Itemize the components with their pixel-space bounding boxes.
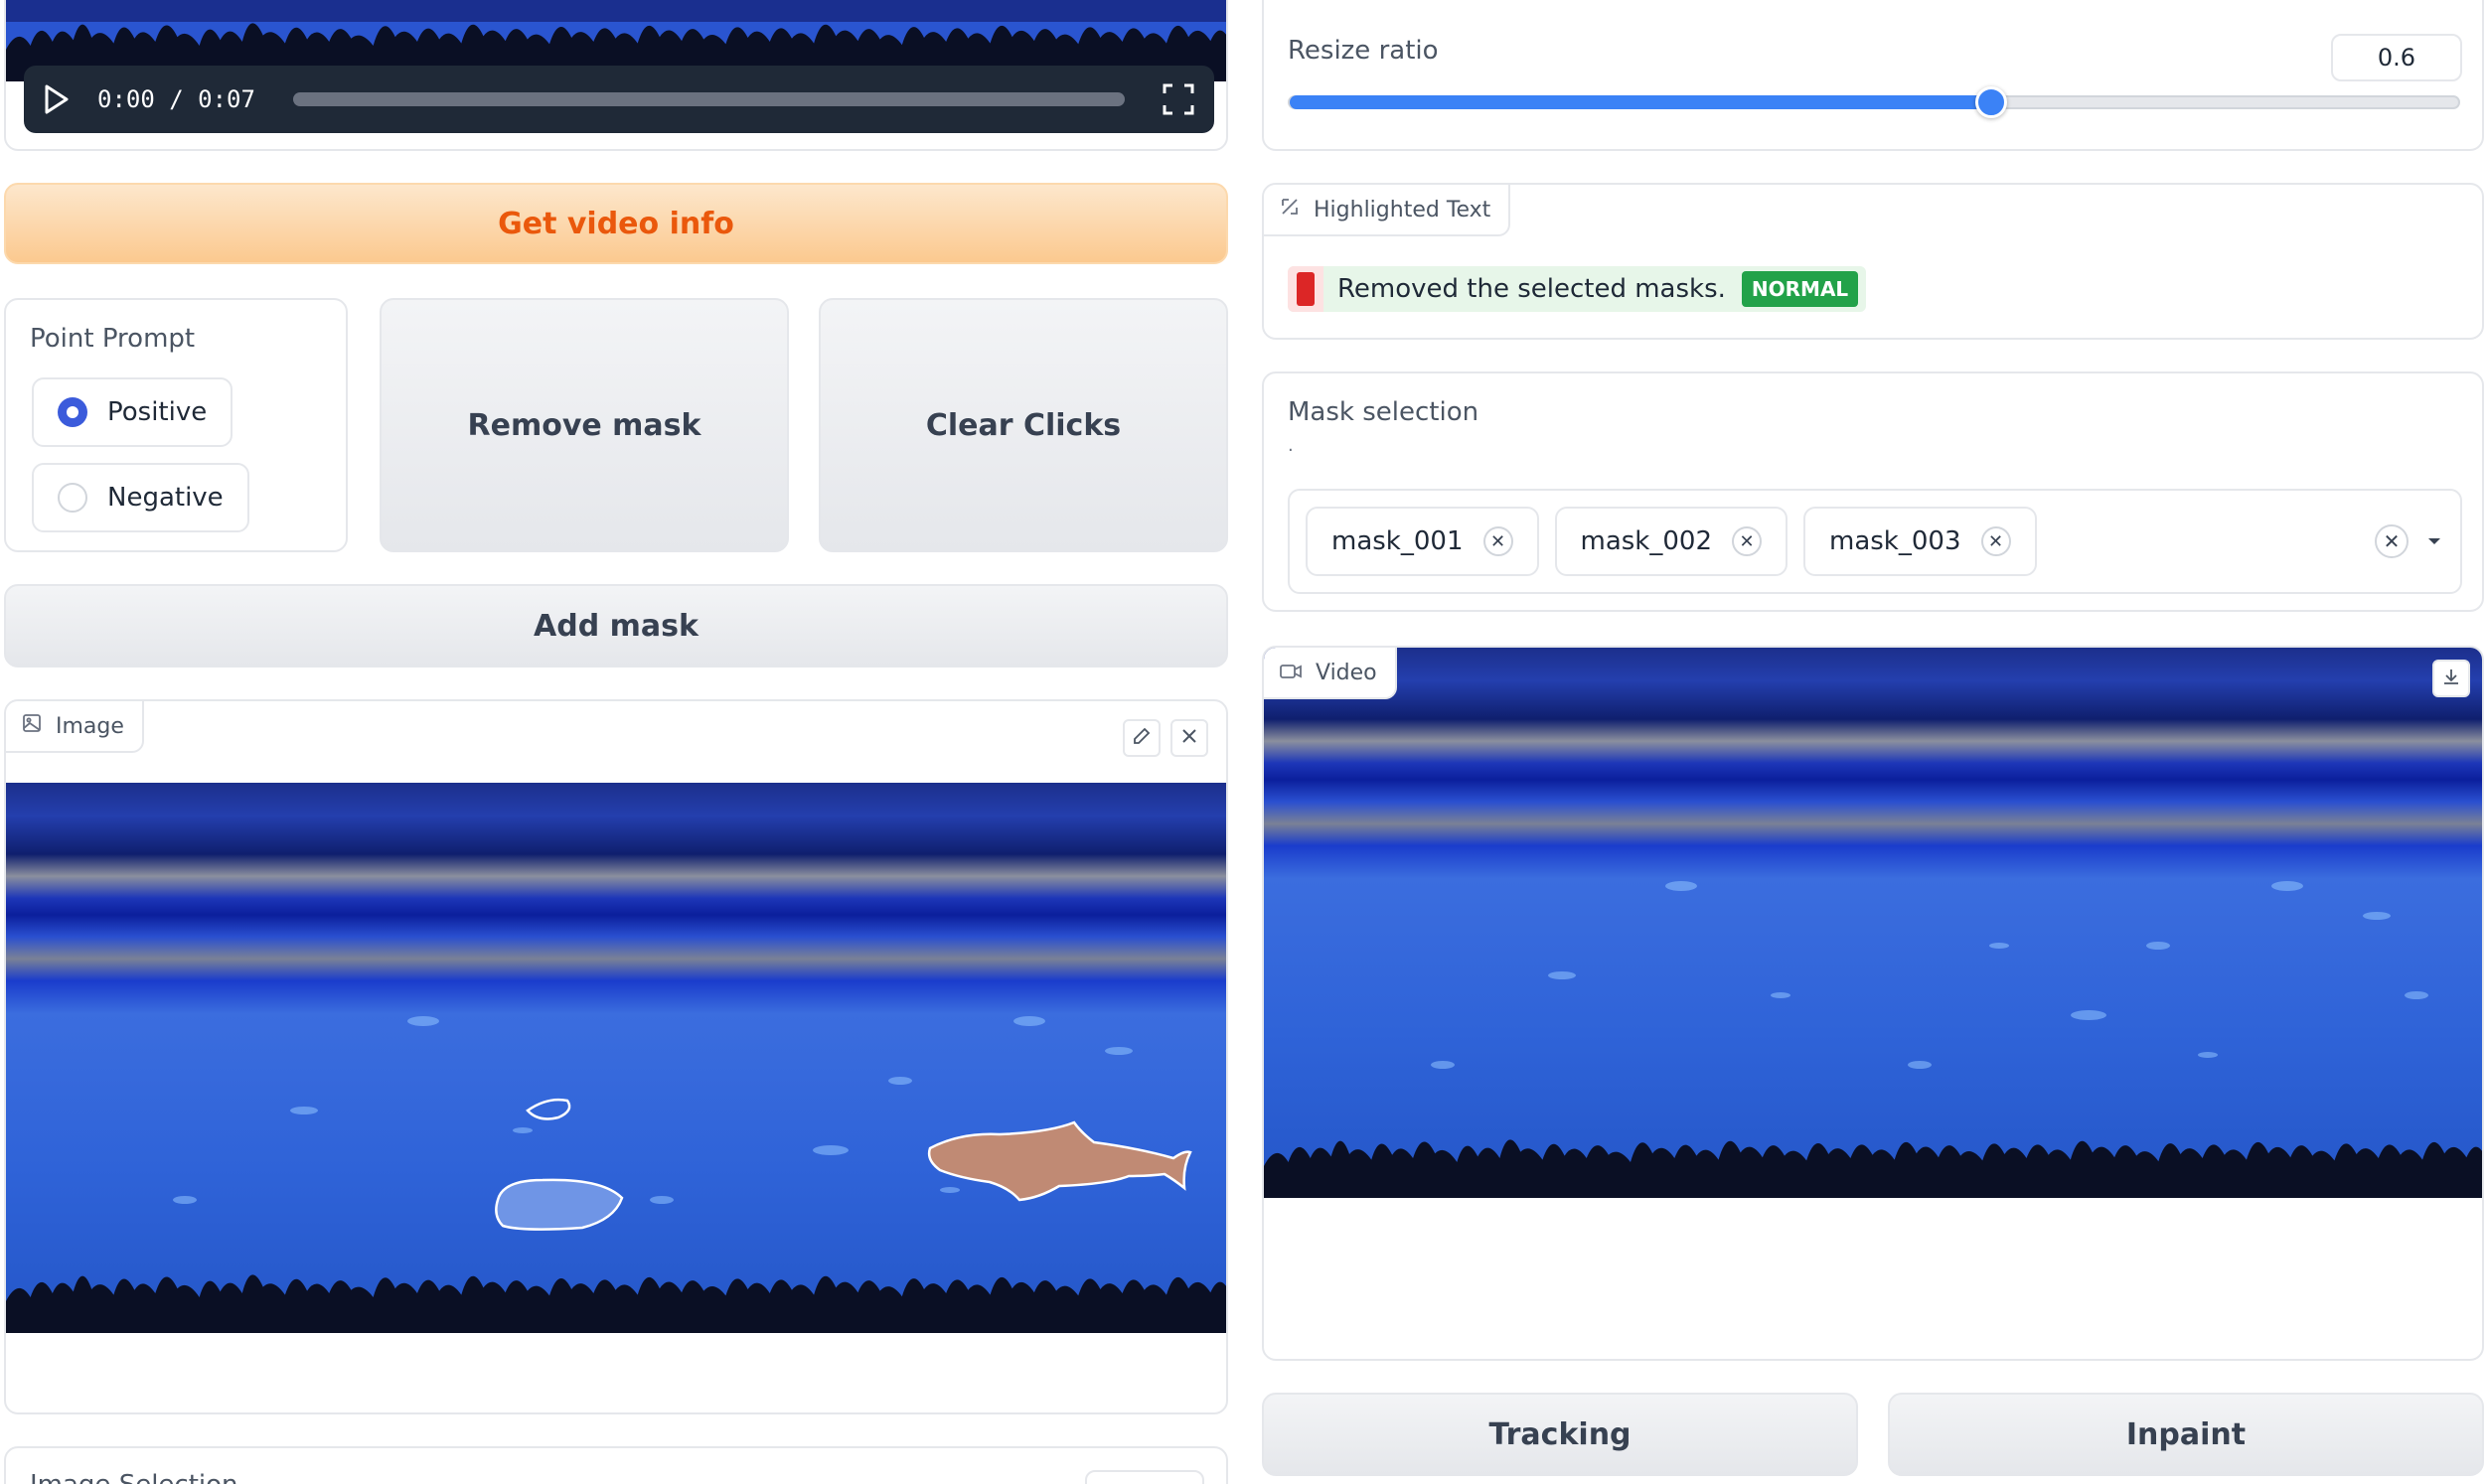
radio-negative[interactable]: Negative (32, 463, 249, 532)
inpaint-button[interactable]: Inpaint (1888, 1393, 2484, 1476)
image-icon (22, 713, 42, 739)
mask-chip[interactable]: mask_001 ✕ (1306, 507, 1539, 576)
mask-chip-label: mask_002 (1580, 526, 1713, 556)
mask-chip-label: mask_003 (1829, 526, 1961, 556)
pencil-icon (1132, 726, 1152, 750)
image-selection-panel: Image Selection (4, 1446, 1228, 1484)
video-camera-icon (1280, 661, 1302, 685)
point-prompt-label: Point Prompt (30, 324, 196, 354)
fullscreen-icon[interactable] (1163, 83, 1194, 115)
video-controls-bar: 0:00 / 0:07 (24, 66, 1214, 133)
download-icon (2442, 668, 2460, 689)
image-label: Image (56, 713, 124, 739)
text-highlight-icon (1280, 197, 1300, 223)
remove-mask-button[interactable]: Remove mask (380, 298, 789, 552)
mask-selection-label: Mask selection (1288, 397, 1479, 427)
tracking-label: Tracking (1488, 1416, 1632, 1452)
image-selection-control[interactable] (1085, 1470, 1204, 1484)
image-panel: Image (4, 699, 1228, 1414)
resize-ratio-label: Resize ratio (1288, 36, 1439, 66)
slider-thumb[interactable] (1974, 86, 2007, 118)
normal-tag: NORMAL (1741, 271, 1859, 307)
play-icon[interactable] (44, 84, 74, 114)
radio-checked-icon (58, 397, 87, 427)
mask-chip[interactable]: mask_002 ✕ (1554, 507, 1788, 576)
output-video-panel: Video (1262, 646, 2484, 1361)
clear-all-icon[interactable]: ✕ (2375, 524, 2409, 558)
add-mask-label: Add mask (534, 608, 699, 644)
remove-chip-icon[interactable]: ✕ (1482, 526, 1513, 556)
mask-selection-info: . (1288, 435, 1294, 456)
output-video-frame[interactable] (1264, 648, 2482, 1198)
mask-multiselect[interactable]: mask_001 ✕ mask_002 ✕ mask_003 ✕ ✕ (1288, 489, 2462, 594)
mask-chip[interactable]: mask_003 ✕ (1803, 507, 2037, 576)
slider-fill (1290, 95, 1991, 109)
highlighted-text-label: Highlighted Text (1314, 197, 1491, 223)
video-label-tab: Video (1264, 648, 1397, 699)
video-progress-track[interactable] (292, 92, 1125, 106)
clear-clicks-label: Clear Clicks (925, 407, 1122, 443)
point-prompt-group: Point Prompt Positive Negative (4, 298, 348, 552)
video-time-display: 0:00 / 0:07 (97, 85, 255, 113)
remove-chip-icon[interactable]: ✕ (1980, 526, 2011, 556)
image-canvas[interactable] (6, 783, 1226, 1333)
video-label: Video (1316, 660, 1377, 685)
get-video-info-label: Get video info (498, 206, 734, 241)
resize-ratio-value: 0.6 (2377, 44, 2416, 72)
mask-selection-panel: Mask selection . mask_001 ✕ mask_002 ✕ m… (1262, 371, 2484, 612)
resize-ratio-panel: Resize ratio 0.6 (1262, 0, 2484, 151)
radio-positive[interactable]: Positive (32, 377, 233, 447)
radio-positive-label: Positive (107, 397, 208, 427)
remove-chip-icon[interactable]: ✕ (1732, 526, 1762, 556)
radio-negative-label: Negative (107, 483, 224, 513)
close-icon (1180, 727, 1198, 749)
get-video-info-button[interactable]: Get video info (4, 183, 1228, 264)
tracking-button[interactable]: Tracking (1262, 1393, 1858, 1476)
chevron-down-icon[interactable] (2424, 531, 2444, 551)
image-label-tab: Image (6, 701, 144, 753)
highlighted-text-panel: Highlighted Text Removed the selected ma… (1262, 183, 2484, 340)
clear-clicks-button[interactable]: Clear Clicks (819, 298, 1228, 552)
resize-ratio-number-input[interactable]: 0.6 (2331, 34, 2462, 81)
resize-ratio-slider[interactable] (1288, 86, 2460, 118)
add-mask-button[interactable]: Add mask (4, 584, 1228, 668)
clear-image-button[interactable] (1170, 719, 1208, 757)
highlight-marker (1288, 266, 1323, 312)
highlighted-text-content: Removed the selected masks. (1337, 274, 1726, 304)
highlighted-text-label-tab: Highlighted Text (1264, 185, 1511, 236)
mask-chip-label: mask_001 (1331, 526, 1464, 556)
download-video-button[interactable] (2432, 660, 2470, 697)
highlighted-text-line: Removed the selected masks. NORMAL (1288, 266, 1867, 312)
edit-image-button[interactable] (1123, 719, 1161, 757)
image-selection-label: Image Selection (30, 1470, 238, 1484)
radio-unchecked-icon (58, 483, 87, 513)
input-video-panel: 0:00 / 0:07 (4, 0, 1228, 151)
inpaint-label: Inpaint (2125, 1416, 2247, 1452)
remove-mask-label: Remove mask (467, 407, 701, 443)
